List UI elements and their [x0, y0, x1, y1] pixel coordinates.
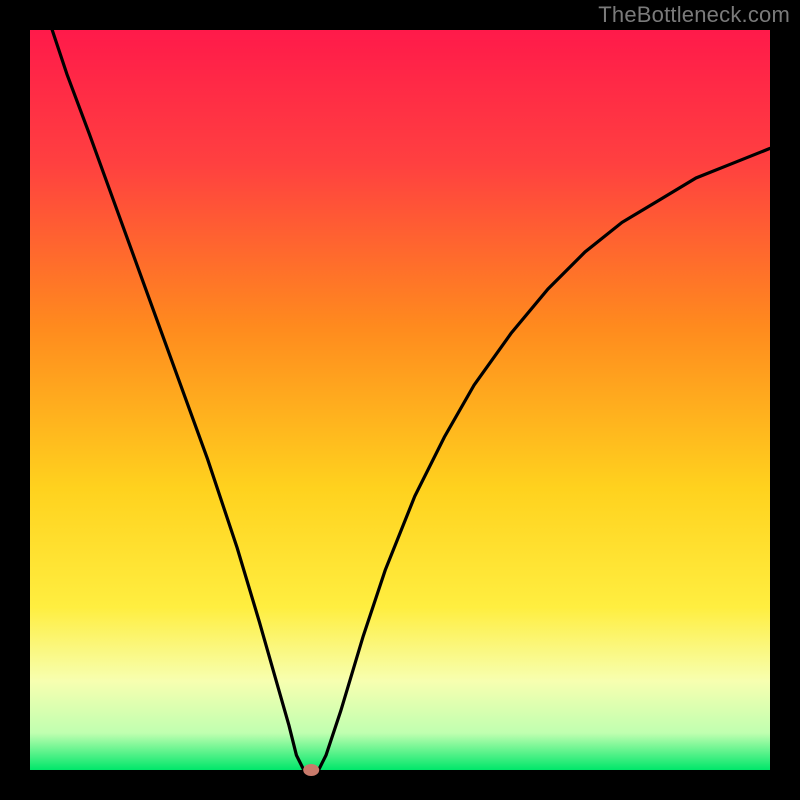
watermark-text: TheBottleneck.com [598, 2, 790, 28]
chart-canvas [0, 0, 800, 800]
chart-frame: TheBottleneck.com [0, 0, 800, 800]
optimal-point-marker [303, 764, 319, 776]
plot-background [30, 30, 770, 770]
